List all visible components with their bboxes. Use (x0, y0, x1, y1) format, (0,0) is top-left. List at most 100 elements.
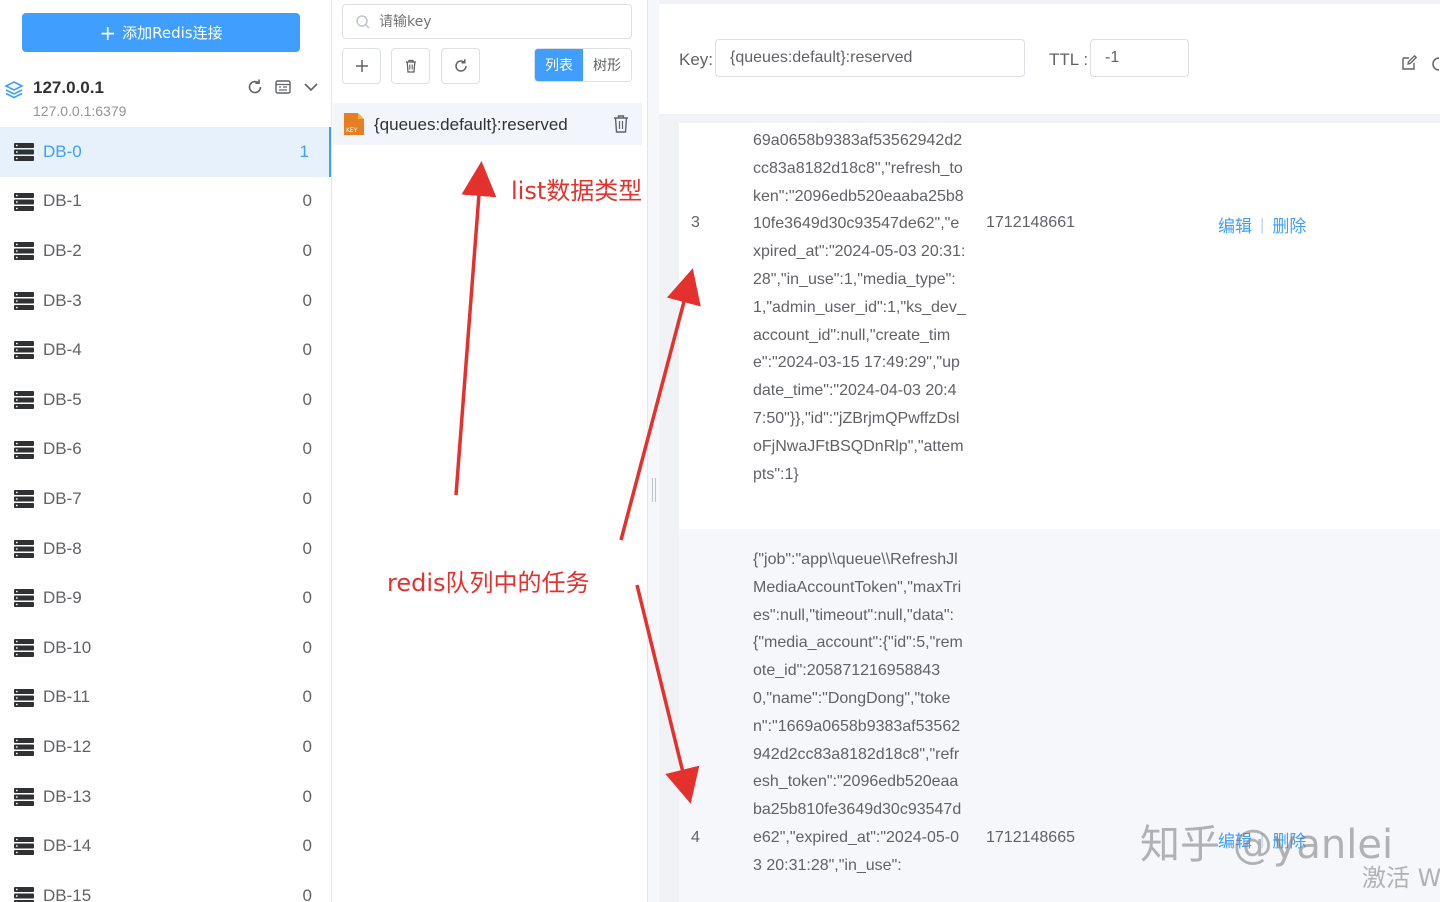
refresh-icon (454, 59, 467, 72)
row-index: 4 (691, 829, 700, 846)
key-label: Key: (679, 50, 714, 69)
db-label: DB-2 (43, 240, 82, 260)
db-label: DB-8 (43, 538, 82, 558)
row-score: 1712148661 (986, 214, 1075, 231)
ttl-input[interactable]: -1 (1090, 39, 1189, 77)
plus-icon: + (99, 20, 117, 45)
key-name: {queues:default}:reserved (374, 115, 568, 134)
sidebar-item-db-13[interactable]: DB-13 0 (0, 772, 331, 822)
chevron-down-icon[interactable] (302, 78, 320, 96)
separator: | (1260, 214, 1265, 234)
db-label: DB-9 (43, 588, 82, 608)
server-icon (14, 737, 34, 757)
sidebar-item-db-12[interactable]: DB-12 0 (0, 722, 331, 772)
server-icon (14, 638, 34, 658)
sidebar-item-db-7[interactable]: DB-7 0 (0, 474, 331, 524)
sidebar-item-db-6[interactable]: DB-6 0 (0, 425, 331, 475)
activate-windows-notice: 激活 W (1362, 864, 1440, 892)
sidebar-item-db-9[interactable]: DB-9 0 (0, 573, 331, 623)
db-label: DB-13 (43, 786, 92, 806)
key-search-input[interactable] (379, 9, 619, 34)
add-key-button[interactable] (342, 48, 381, 84)
row-actions: 编辑 | 删除 (1218, 212, 1306, 237)
db-label: DB-3 (43, 290, 82, 310)
database-list: DB-0 1 DB-1 0 DB-2 0 DB-3 0 DB-4 0 DB-5 0 DB-6 0 DB-7 0… (0, 127, 331, 902)
add-redis-connection-button[interactable]: + 添加Redis连接 (22, 13, 300, 52)
db-key-count: 0 (302, 290, 312, 310)
refresh-icon[interactable] (1430, 54, 1440, 77)
delete-button[interactable]: 删除 (1272, 212, 1306, 237)
watermark: 知乎 @yanlei (1140, 822, 1394, 868)
server-icon (14, 390, 34, 410)
server-icon (14, 886, 34, 902)
server-icon (14, 489, 34, 509)
sidebar-item-db-10[interactable]: DB-10 0 (0, 623, 331, 673)
db-key-count: 0 (302, 786, 312, 806)
db-label: DB-4 (43, 340, 82, 360)
server-icon (14, 588, 34, 608)
refresh-keys-button[interactable] (441, 48, 480, 84)
plus-icon (355, 60, 368, 72)
server-icon (14, 291, 34, 311)
view-list-button[interactable]: 列表 (535, 49, 583, 81)
delete-keys-button[interactable] (391, 48, 430, 84)
sidebar-item-db-8[interactable]: DB-8 0 (0, 524, 331, 574)
key-list-item[interactable]: KEY {queues:default}:reserved (333, 103, 642, 145)
server-icon (14, 836, 34, 856)
server-icon (14, 192, 34, 212)
sidebar-item-db-5[interactable]: DB-5 0 (0, 375, 331, 425)
sidebar-item-db-3[interactable]: DB-3 0 (0, 276, 331, 326)
db-label: DB-15 (43, 885, 92, 902)
connection-item[interactable]: 127.0.0.1 127.0.0.1:6379 (0, 72, 331, 124)
db-key-count: 0 (302, 191, 312, 211)
db-label: DB-14 (43, 836, 92, 856)
layers-icon (4, 80, 24, 100)
db-key-count: 0 (302, 340, 312, 360)
row-value: 69a0658b9383af53562942d2cc83a8182d18c8",… (753, 132, 966, 483)
panel-resize-gutter[interactable] (647, 0, 659, 902)
annotation-list-type: list数据类型 (511, 177, 643, 205)
db-key-count: 0 (302, 588, 312, 608)
row-score: 1712148665 (986, 829, 1075, 846)
table-row: 3 69a0658b9383af53562942d2cc83a8182d18c8… (679, 123, 1440, 529)
sidebar-item-db-1[interactable]: DB-1 0 (0, 177, 331, 227)
server-icon (14, 688, 34, 708)
refresh-icon[interactable] (246, 78, 264, 96)
db-key-count: 0 (302, 439, 312, 459)
db-label: DB-7 (43, 488, 82, 508)
key-badge-text: KEY (346, 127, 358, 134)
db-key-count: 0 (302, 488, 312, 508)
db-label: DB-11 (43, 687, 90, 707)
sidebar-item-db-14[interactable]: DB-14 0 (0, 821, 331, 871)
key-name-input[interactable]: {queues:default}:reserved (715, 39, 1025, 77)
sidebar-item-db-15[interactable]: DB-15 0 (0, 871, 331, 902)
db-label: DB-0 (43, 141, 82, 161)
trash-icon[interactable] (612, 114, 630, 134)
key-panel: 列表 树形 KEY {queues:default}:reserved (333, 0, 647, 902)
annotation-queue-tasks: redis队列中的任务 (387, 569, 590, 597)
connection-sidebar: + 添加Redis连接 127.0.0.1 127.0.0.1:6379 DB-… (0, 0, 332, 902)
key-file-icon: KEY (343, 112, 365, 136)
db-label: DB-10 (43, 637, 92, 657)
sidebar-item-db-0[interactable]: DB-0 1 (0, 127, 331, 177)
db-key-count: 0 (302, 637, 312, 657)
db-label: DB-6 (43, 439, 82, 459)
add-button-label: 添加Redis连接 (122, 24, 223, 42)
view-tree-button[interactable]: 树形 (583, 49, 631, 81)
resize-grip[interactable] (652, 478, 656, 502)
sidebar-item-db-4[interactable]: DB-4 0 (0, 325, 331, 375)
sidebar-item-db-2[interactable]: DB-2 0 (0, 226, 331, 276)
terminal-icon[interactable] (274, 78, 292, 96)
db-key-count: 0 (302, 687, 312, 707)
server-icon (14, 340, 34, 360)
db-label: DB-5 (43, 389, 82, 409)
server-icon (14, 539, 34, 559)
edit-button[interactable]: 编辑 (1218, 212, 1252, 237)
sidebar-item-db-11[interactable]: DB-11 0 (0, 673, 331, 723)
db-key-count: 0 (302, 836, 312, 856)
db-key-count: 0 (302, 885, 312, 902)
db-label: DB-12 (43, 736, 92, 756)
row-index: 3 (691, 214, 700, 231)
rename-icon[interactable] (1400, 54, 1418, 77)
key-search-box[interactable] (342, 4, 632, 39)
